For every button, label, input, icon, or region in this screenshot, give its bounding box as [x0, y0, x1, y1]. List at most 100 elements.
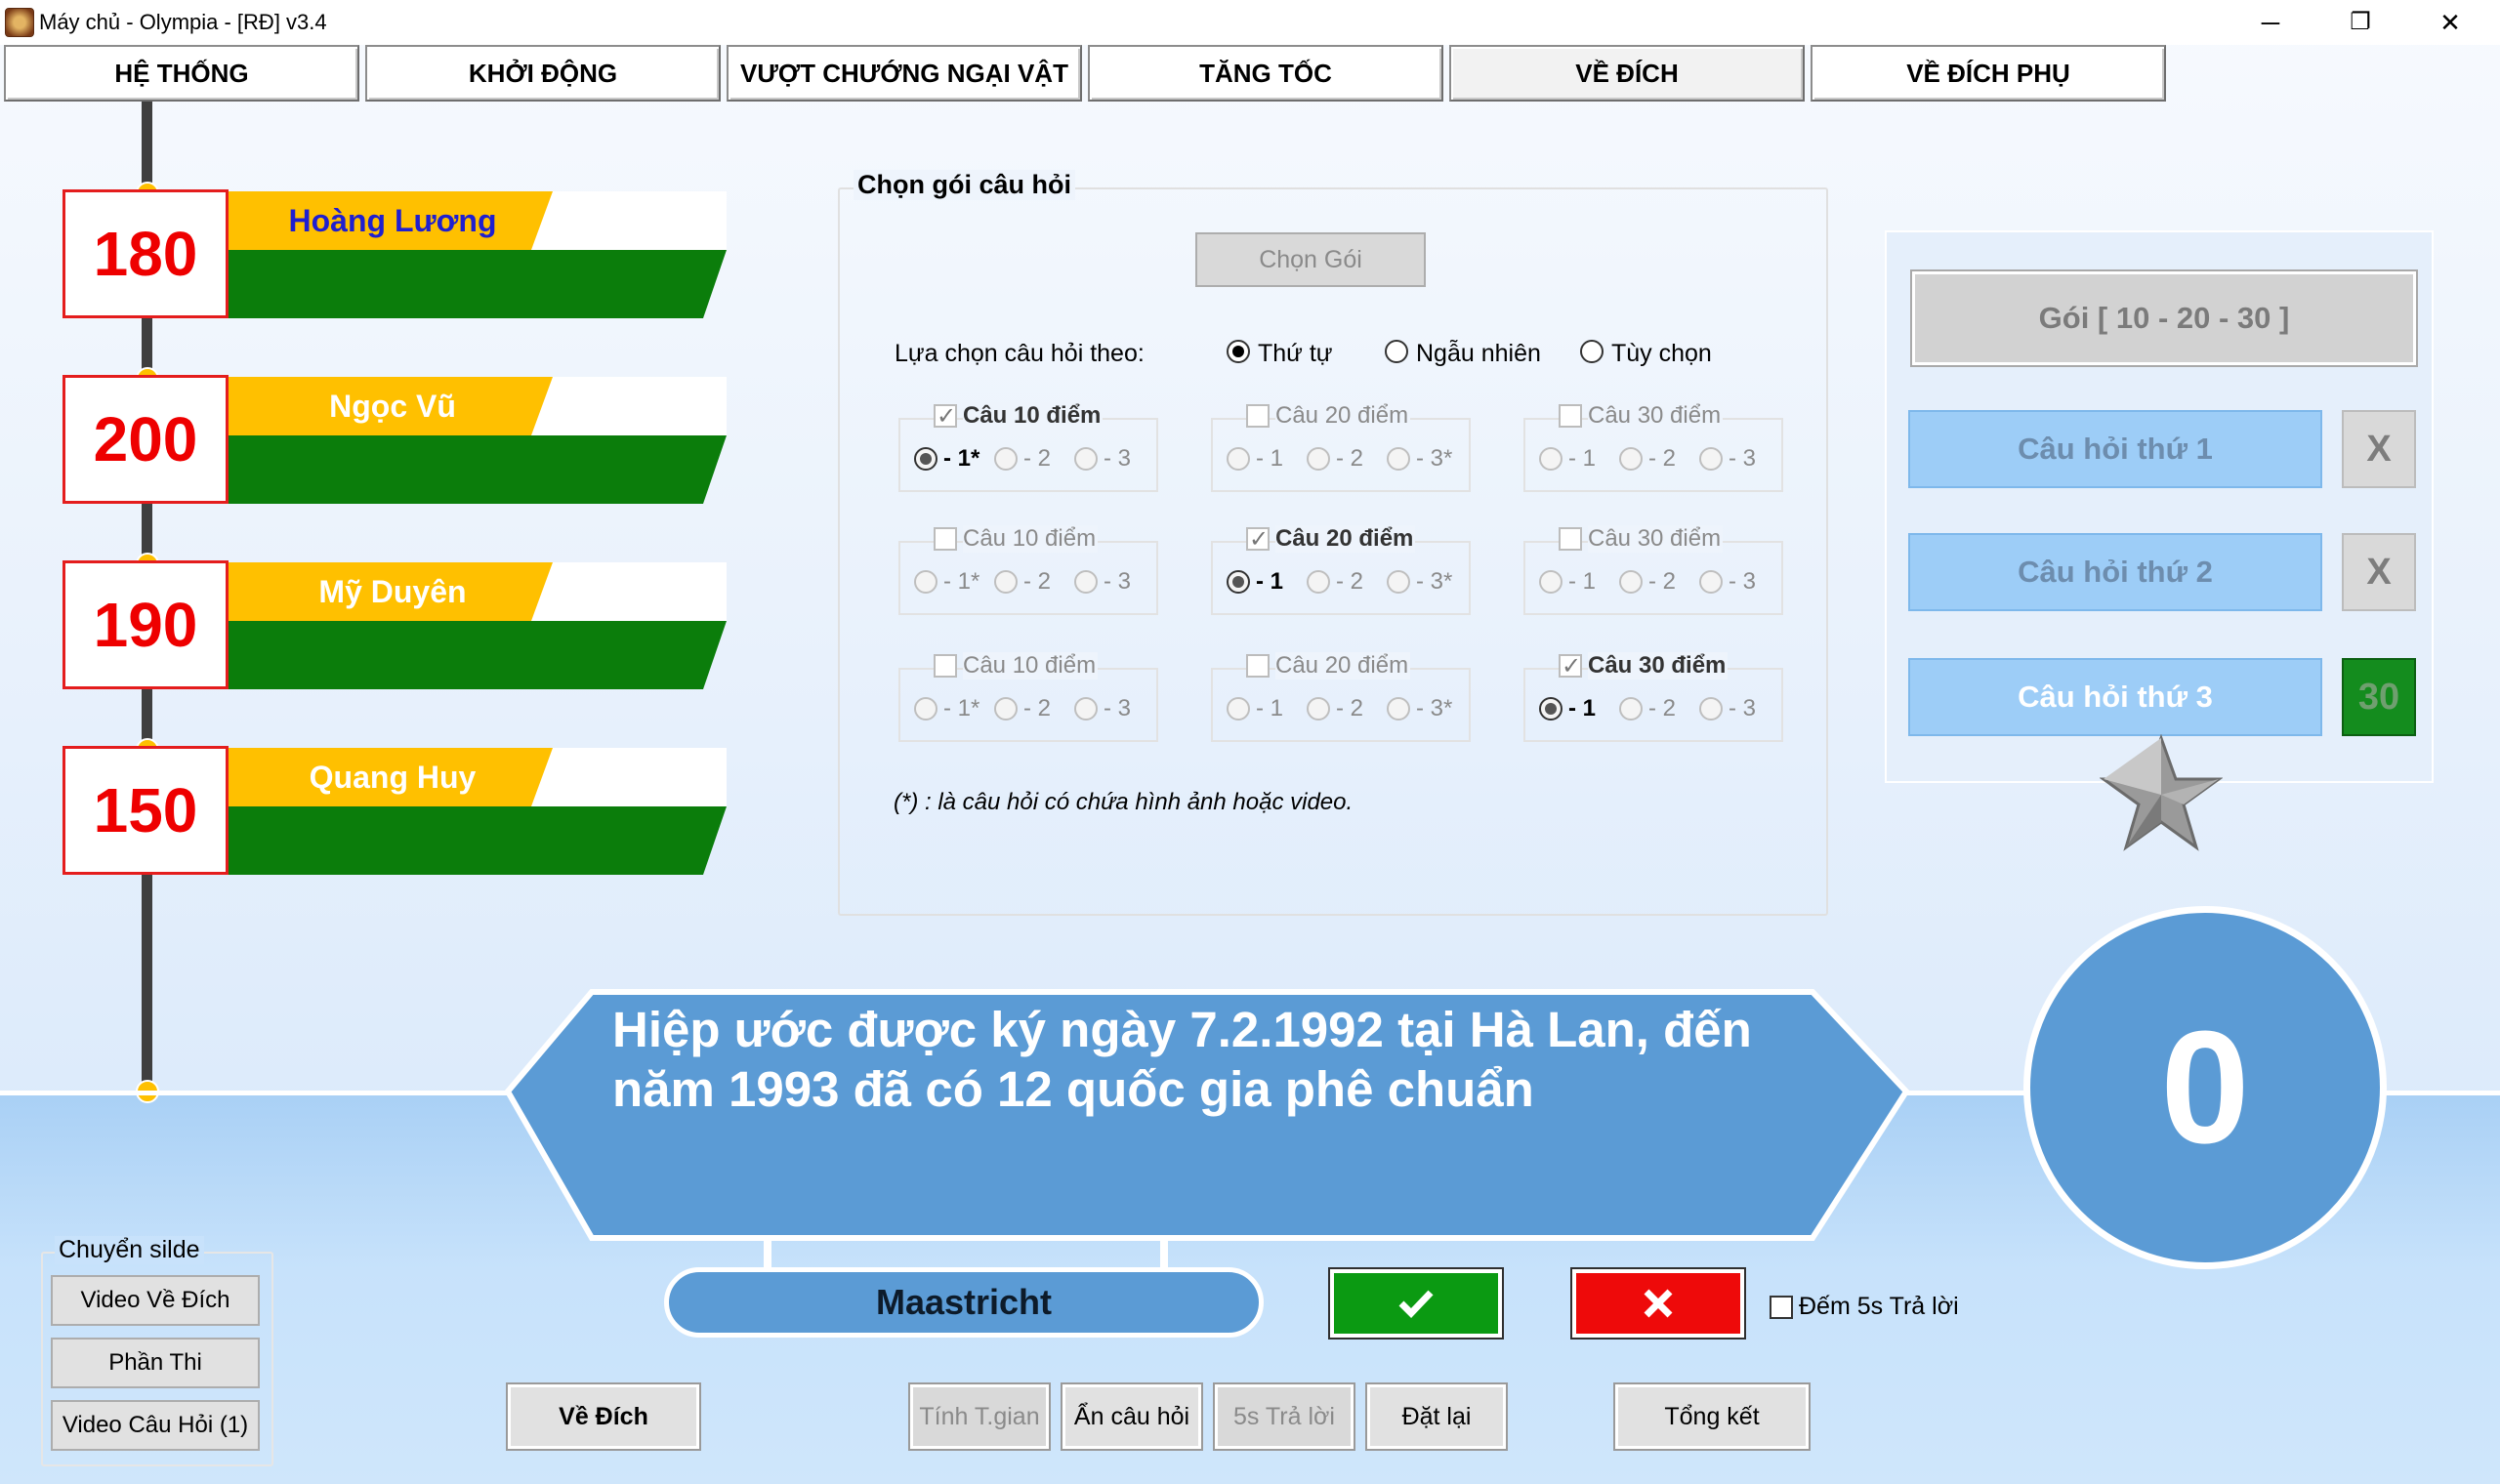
tab-khoi-dong[interactable]: KHỞI ĐỘNG [365, 45, 721, 102]
question-option-radio[interactable] [1227, 570, 1250, 594]
question-cell-checkbox[interactable] [1559, 527, 1582, 551]
tab-ve-dich-phu[interactable]: VỀ ĐÍCH PHỤ [1811, 45, 2166, 102]
tra-loi-5s-button[interactable]: 5s Trả lời [1213, 1382, 1355, 1451]
mode-thu-tu-radio[interactable] [1227, 340, 1250, 363]
tab-ve-dich[interactable]: VỀ ĐÍCH [1449, 45, 1805, 102]
question-cell-checkbox[interactable] [1246, 404, 1270, 428]
question-cell-title[interactable]: Câu 20 điểm [1275, 652, 1411, 680]
question-option-radio[interactable] [1539, 570, 1562, 594]
tab-vuot-chuong-ngai-vat[interactable]: VƯỢT CHƯỚNG NGẠI VẬT [727, 45, 1082, 102]
question-option-label[interactable]: - 1 [1568, 695, 1596, 722]
choose-package-button[interactable]: Chọn Gói [1195, 232, 1426, 287]
question-option-radio[interactable] [1307, 447, 1330, 471]
tab-he-thong[interactable]: HỆ THỐNG [4, 45, 359, 102]
question-option-label[interactable]: - 1 [1568, 568, 1596, 596]
question-cell-checkbox[interactable] [1559, 404, 1582, 428]
question-cell-checkbox[interactable] [1246, 654, 1270, 678]
mode-ngau-nhien-label[interactable]: Ngẫu nhiên [1416, 340, 1541, 368]
question-option-radio[interactable] [1699, 570, 1723, 594]
star-icon[interactable] [2100, 734, 2223, 851]
question-option-radio[interactable] [1227, 697, 1250, 721]
question-2-status[interactable]: X [2342, 533, 2416, 611]
question-option-radio[interactable] [1387, 447, 1410, 471]
question-option-label[interactable]: - 1* [943, 695, 979, 722]
question-option-label[interactable]: - 2 [1648, 445, 1676, 473]
question-2-button[interactable]: Câu hỏi thứ 2 [1908, 533, 2322, 611]
question-option-label[interactable]: - 2 [1023, 568, 1051, 596]
tinh-tgian-button[interactable]: Tính T.gian [908, 1382, 1051, 1451]
question-option-label[interactable]: - 3* [1416, 695, 1452, 722]
question-option-label[interactable]: - 3 [1104, 568, 1131, 596]
mode-thu-tu-label[interactable]: Thứ tự [1258, 340, 1333, 368]
question-option-radio[interactable] [1619, 570, 1643, 594]
question-option-radio[interactable] [1307, 570, 1330, 594]
video-ve-dich-button[interactable]: Video Về Đích [51, 1275, 260, 1326]
question-cell-checkbox[interactable] [934, 654, 957, 678]
question-option-label[interactable]: - 3* [1416, 568, 1452, 596]
question-option-radio[interactable] [1387, 570, 1410, 594]
minimize-icon[interactable]: ─ [2236, 4, 2305, 41]
count-5s-label[interactable]: Đếm 5s Trả lời [1799, 1293, 1959, 1321]
question-option-label[interactable]: - 3 [1729, 695, 1756, 722]
question-option-radio[interactable] [1619, 447, 1643, 471]
question-option-label[interactable]: - 2 [1023, 695, 1051, 722]
question-cell-title[interactable]: Câu 10 điểm [963, 652, 1099, 680]
question-option-radio[interactable] [1307, 697, 1330, 721]
question-1-status[interactable]: X [2342, 410, 2416, 488]
question-option-label[interactable]: - 3 [1729, 568, 1756, 596]
question-option-label[interactable]: - 3 [1104, 445, 1131, 473]
phan-thi-button[interactable]: Phần Thi [51, 1338, 260, 1388]
maximize-icon[interactable]: ❐ [2326, 4, 2395, 41]
question-option-radio[interactable] [1539, 447, 1562, 471]
question-option-label[interactable]: - 1 [1256, 445, 1283, 473]
tong-ket-button[interactable]: Tổng kết [1613, 1382, 1811, 1451]
question-cell-checkbox[interactable] [1246, 525, 1270, 554]
question-option-label[interactable]: - 1 [1568, 445, 1596, 473]
question-option-label[interactable]: - 1 [1256, 568, 1283, 596]
question-option-radio[interactable] [1227, 447, 1250, 471]
question-cell-checkbox[interactable] [934, 402, 957, 431]
question-cell-title[interactable]: Câu 10 điểm [963, 525, 1099, 553]
dat-lai-button[interactable]: Đặt lại [1365, 1382, 1508, 1451]
mode-tuy-chon-label[interactable]: Tùy chọn [1611, 340, 1712, 368]
question-cell-title[interactable]: Câu 30 điểm [1588, 402, 1724, 430]
question-option-radio[interactable] [994, 570, 1018, 594]
question-option-label[interactable]: - 2 [1648, 695, 1676, 722]
question-option-radio[interactable] [914, 697, 938, 721]
question-3-status[interactable]: 30 [2342, 658, 2416, 736]
tab-tang-toc[interactable]: TĂNG TỐC [1088, 45, 1443, 102]
package-button[interactable]: Gói [ 10 - 20 - 30 ] [1910, 269, 2418, 367]
question-option-label[interactable]: - 2 [1336, 568, 1363, 596]
an-cau-hoi-button[interactable]: Ẩn câu hỏi [1061, 1382, 1203, 1451]
question-option-radio[interactable] [1619, 697, 1643, 721]
question-option-label[interactable]: - 1* [943, 445, 979, 473]
question-cell-title[interactable]: Câu 10 điểm [963, 402, 1104, 430]
mode-tuy-chon-radio[interactable] [1580, 340, 1604, 363]
question-cell-title[interactable]: Câu 20 điểm [1275, 402, 1411, 430]
question-option-label[interactable]: - 3 [1104, 695, 1131, 722]
question-cell-checkbox[interactable] [934, 527, 957, 551]
question-option-radio[interactable] [1074, 570, 1098, 594]
close-icon[interactable]: ✕ [2416, 4, 2484, 41]
ve-dich-button[interactable]: Về Đích [506, 1382, 701, 1451]
question-option-label[interactable]: - 2 [1336, 695, 1363, 722]
question-option-label[interactable]: - 2 [1336, 445, 1363, 473]
question-option-label[interactable]: - 2 [1648, 568, 1676, 596]
video-cau-hoi-button[interactable]: Video Câu Hỏi (1) [51, 1400, 260, 1451]
wrong-button[interactable] [1570, 1267, 1746, 1340]
question-option-label[interactable]: - 1 [1256, 695, 1283, 722]
question-option-radio[interactable] [914, 570, 938, 594]
question-option-radio[interactable] [1699, 697, 1723, 721]
question-option-radio[interactable] [994, 447, 1018, 471]
count-5s-checkbox[interactable] [1770, 1296, 1793, 1319]
question-cell-title[interactable]: Câu 20 điểm [1275, 525, 1416, 553]
question-option-label[interactable]: - 2 [1023, 445, 1051, 473]
question-option-radio[interactable] [1074, 447, 1098, 471]
question-option-label[interactable]: - 3 [1729, 445, 1756, 473]
correct-button[interactable] [1328, 1267, 1504, 1340]
question-option-radio[interactable] [914, 447, 938, 471]
question-option-radio[interactable] [1387, 697, 1410, 721]
question-cell-title[interactable]: Câu 30 điểm [1588, 525, 1724, 553]
question-option-radio[interactable] [1074, 697, 1098, 721]
question-cell-checkbox[interactable] [1559, 652, 1582, 680]
